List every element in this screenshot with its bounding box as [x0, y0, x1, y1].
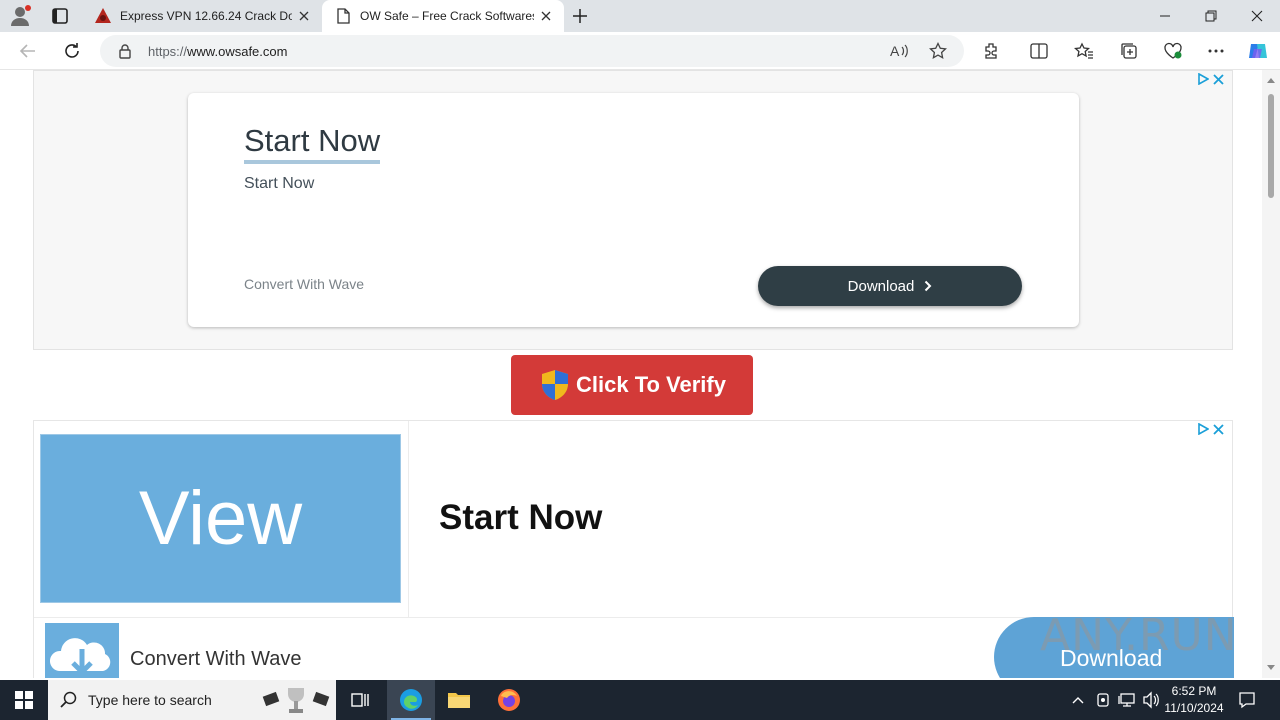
ad-brand: Convert With Wave — [244, 276, 365, 292]
close-window-icon[interactable] — [1234, 0, 1280, 32]
ad-headline: Start Now — [439, 498, 603, 537]
show-hidden-icons-icon[interactable] — [1071, 690, 1085, 710]
system-clock[interactable]: 6:52 PM 11/10/2024 — [1160, 683, 1228, 717]
new-tab-icon[interactable] — [568, 5, 592, 27]
ad-choices[interactable] — [1198, 73, 1224, 85]
svg-text:A: A — [890, 43, 900, 59]
favorites-icon[interactable] — [1071, 39, 1097, 63]
scroll-down-icon[interactable] — [1266, 664, 1276, 672]
tab-title: OW Safe – Free Crack Softwares - — [360, 9, 534, 23]
device-icon[interactable] — [1096, 690, 1110, 710]
chevron-right-icon — [925, 280, 932, 292]
taskbar-search[interactable]: Type here to search — [48, 680, 336, 720]
minimize-icon[interactable] — [1142, 0, 1188, 32]
more-options-icon[interactable] — [1203, 39, 1229, 63]
firefox-icon[interactable] — [485, 680, 533, 720]
taskbar: Type here to search 6:52 PM 11/10/2024 — [0, 680, 1280, 720]
ad-view-text: View — [138, 476, 303, 561]
page-scrollbar[interactable] — [1262, 70, 1280, 678]
tab-title: Express VPN 12.66.24 Crack Down — [120, 9, 292, 23]
lock-icon[interactable] — [116, 42, 134, 60]
volume-icon[interactable] — [1142, 690, 1160, 710]
ad-view-image[interactable]: View — [40, 434, 401, 603]
ad-close-icon[interactable] — [1213, 423, 1224, 435]
tab-actions-icon[interactable] — [48, 5, 72, 27]
back-icon[interactable] — [15, 39, 41, 63]
adchoices-play-icon[interactable] — [1198, 73, 1209, 85]
read-aloud-icon[interactable]: A — [886, 39, 912, 63]
adchoices-play-icon[interactable] — [1198, 423, 1209, 435]
favorite-star-icon[interactable] — [925, 39, 951, 63]
windows-start-icon[interactable] — [0, 680, 48, 720]
task-view-icon[interactable] — [336, 680, 384, 720]
clock-date: 11/10/2024 — [1164, 701, 1224, 715]
collections-icon[interactable] — [1116, 39, 1142, 63]
search-icon — [60, 691, 77, 708]
profile-icon[interactable] — [8, 4, 34, 28]
ad-card[interactable]: Start Now Start Now Convert With Wave Do… — [188, 93, 1079, 327]
ad-brand: Convert With Wave — [130, 648, 302, 670]
close-tab-icon[interactable] — [534, 4, 558, 28]
refresh-icon[interactable] — [59, 39, 85, 63]
clock-time: 6:52 PM — [1171, 684, 1217, 698]
edge-taskbar-icon[interactable] — [387, 680, 435, 720]
click-to-verify-button[interactable]: Click To Verify — [511, 355, 753, 415]
scroll-thumb[interactable] — [1268, 94, 1274, 198]
verify-label: Click To Verify — [576, 372, 726, 397]
ad-close-icon[interactable] — [1213, 73, 1224, 85]
split-screen-icon[interactable] — [1026, 39, 1052, 63]
ad-subline: Start Now — [244, 175, 315, 192]
page-icon — [334, 7, 352, 25]
divider — [408, 421, 409, 617]
tab-strip: Express VPN 12.66.24 Crack Down OW Safe … — [0, 0, 1280, 32]
browser-essentials-icon[interactable] — [1160, 39, 1186, 63]
web-page: Start Now Start Now Convert With Wave Do… — [0, 70, 1262, 678]
warning-site-icon — [94, 7, 112, 25]
watermark: ANY.RUN — [1040, 610, 1238, 661]
close-tab-icon[interactable] — [292, 4, 316, 28]
scroll-up-icon[interactable] — [1266, 76, 1276, 84]
restore-icon[interactable] — [1188, 0, 1234, 32]
search-highlight-icon — [262, 688, 330, 713]
ad-download-button[interactable]: Download — [758, 266, 1022, 306]
ad-headline: Start Now — [244, 123, 381, 164]
uac-shield-icon — [542, 370, 568, 400]
notifications-icon[interactable] — [1238, 690, 1256, 710]
ad-choices[interactable] — [1198, 423, 1224, 435]
cloud-download-icon — [45, 623, 119, 678]
banner-ad-top[interactable]: Start Now Start Now Convert With Wave Do… — [33, 70, 1233, 350]
search-placeholder: Type here to search — [88, 692, 212, 708]
file-explorer-icon[interactable] — [435, 680, 483, 720]
url-text: https://www.owsafe.com — [148, 44, 288, 59]
download-label: Download — [847, 277, 915, 295]
tab-expressvpn[interactable]: Express VPN 12.66.24 Crack Down — [82, 0, 322, 32]
address-bar[interactable]: https://www.owsafe.com A — [100, 35, 964, 67]
copilot-icon[interactable] — [1245, 39, 1271, 63]
tab-owsafe[interactable]: OW Safe – Free Crack Softwares - — [322, 0, 564, 32]
network-icon[interactable] — [1118, 690, 1136, 710]
browser-toolbar: https://www.owsafe.com A — [0, 32, 1280, 70]
extensions-icon[interactable] — [978, 39, 1004, 63]
